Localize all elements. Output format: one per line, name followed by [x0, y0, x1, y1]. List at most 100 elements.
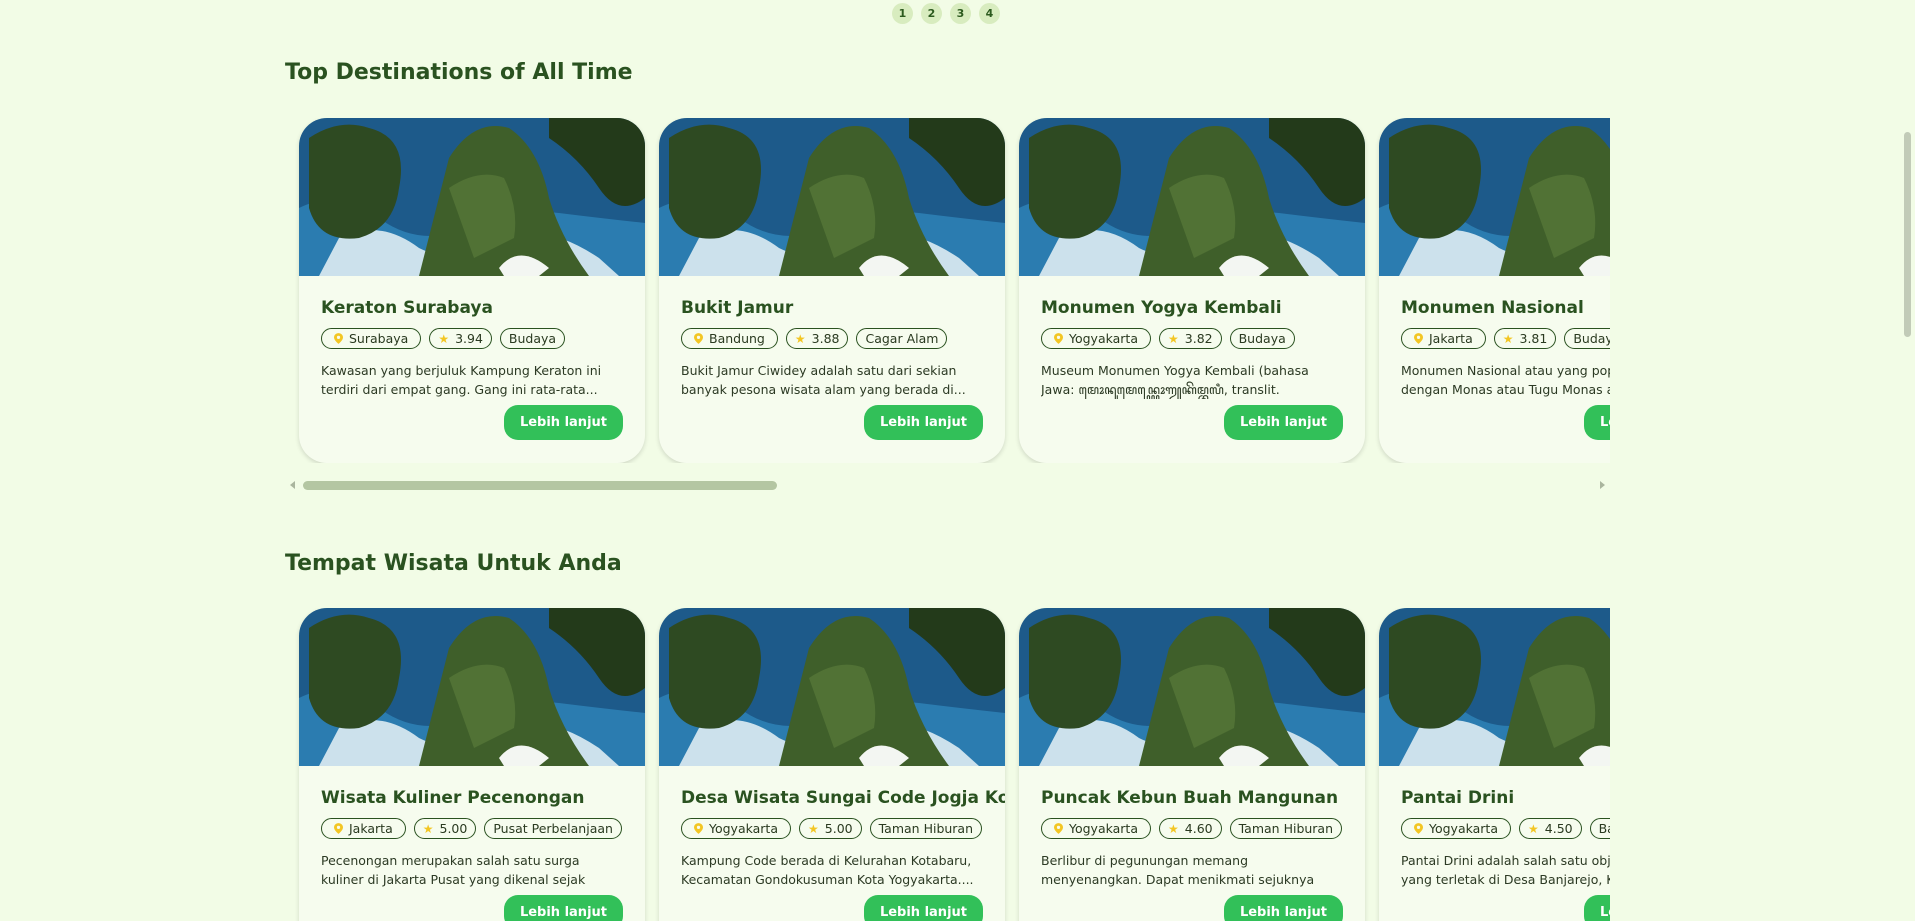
city-label: Yogyakarta: [1429, 821, 1498, 836]
city-chip: Yogyakarta: [1041, 328, 1151, 349]
destination-name: Monumen Yogya Kembali: [1041, 298, 1282, 318]
city-chip: Jakarta: [321, 818, 406, 839]
top-destinations-scrollbar[interactable]: [285, 478, 1610, 492]
recommendations-carousel[interactable]: Wisata Kuliner Pecenongan Jakarta ★ 5.00…: [285, 608, 1610, 921]
page-button-2[interactable]: 2: [921, 3, 942, 24]
city-chip: Surabaya: [321, 328, 422, 349]
more-info-button[interactable]: Lebih lanjut: [1223, 405, 1343, 440]
more-info-button[interactable]: Lebih lanjut: [1583, 405, 1610, 440]
city-label: Yogyakarta: [709, 821, 778, 836]
city-chip: Jakarta: [1401, 328, 1486, 349]
location-pin-icon: [334, 333, 343, 344]
category-label: Cagar Alam: [865, 331, 939, 346]
destination-photo: [299, 608, 645, 766]
location-pin-icon: [1414, 823, 1423, 834]
rating-value: 3.88: [811, 331, 840, 346]
category-label: Budaya: [508, 331, 557, 346]
more-info-button[interactable]: Lebih lanjut: [503, 405, 623, 440]
star-icon: ★: [1168, 821, 1179, 836]
page-scrollbar-thumb[interactable]: [1904, 132, 1911, 337]
location-pin-icon: [334, 823, 343, 834]
scroll-left-arrow-icon[interactable]: [290, 481, 295, 489]
category-chip: Budaya: [499, 328, 566, 349]
destination-photo: [1379, 608, 1610, 766]
star-icon: ★: [438, 331, 450, 346]
city-chip: Yogyakarta: [1041, 818, 1151, 839]
location-pin-icon: [694, 823, 703, 834]
rating-value: 3.82: [1184, 331, 1213, 346]
destination-photo: [659, 118, 1005, 276]
rating-chip: ★ 3.82: [1159, 328, 1222, 349]
rating-chip: ★ 4.50: [1519, 818, 1582, 839]
star-icon: ★: [808, 821, 819, 836]
star-icon: ★: [794, 331, 806, 346]
destination-card: Pantai Drini Yogyakarta ★ 4.50 Bahari: [1379, 608, 1610, 921]
card-body: Desa Wisata Sungai Code Jogja Kota Yogya…: [659, 766, 1005, 889]
star-icon: ★: [1168, 331, 1179, 346]
city-chip: Bandung: [681, 328, 778, 349]
destination-tags: Yogyakarta ★ 3.82 Budaya: [1041, 328, 1343, 349]
destination-description: Pantai Drini adalah salah satu objek wis…: [1401, 853, 1610, 887]
category-label: Taman Hiburan: [1238, 821, 1334, 836]
city-label: Bandung: [709, 331, 765, 346]
rating-value: 4.50: [1544, 821, 1573, 836]
page-scrollbar[interactable]: [1900, 0, 1915, 921]
card-body: Bukit Jamur Bandung ★ 3.88 Cagar Alam Bu…: [659, 276, 1005, 399]
more-info-button[interactable]: Lebih lanjut: [1583, 895, 1610, 921]
page-button-1[interactable]: 1: [892, 3, 913, 24]
page-button-3[interactable]: 3: [950, 3, 971, 24]
destination-tags: Jakarta ★ 5.00 Pusat Perbelanjaan: [321, 818, 623, 839]
category-chip: Taman Hiburan: [869, 818, 983, 839]
section-title-top-destinations: Top Destinations of All Time: [285, 60, 633, 85]
rating-value: 5.00: [439, 821, 468, 836]
more-info-button[interactable]: Lebih lanjut: [863, 405, 983, 440]
destination-tags: Yogyakarta ★ 5.00 Taman Hiburan: [681, 818, 983, 839]
location-pin-icon: [694, 333, 703, 344]
category-label: Taman Hiburan: [878, 821, 974, 836]
destination-card: Wisata Kuliner Pecenongan Jakarta ★ 5.00…: [299, 608, 645, 921]
destination-photo: [659, 608, 1005, 766]
destination-name: Bukit Jamur: [681, 298, 794, 318]
rating-chip: ★ 4.60: [1159, 818, 1222, 839]
destination-tags: Yogyakarta ★ 4.50 Bahari: [1401, 818, 1610, 839]
destination-description: Kampung Code berada di Kelurahan Kotabar…: [681, 853, 974, 887]
category-chip: Cagar Alam: [856, 328, 948, 349]
pagination: 1 2 3 4: [892, 3, 1000, 24]
city-label: Jakarta: [349, 821, 393, 836]
carousel-track: Keraton Surabaya Surabaya ★ 3.94 Budaya: [285, 118, 1610, 463]
destination-tags: Surabaya ★ 3.94 Budaya: [321, 328, 623, 349]
destination-description: Bukit Jamur Ciwidey adalah satu dari sek…: [681, 363, 966, 397]
scrollbar-thumb[interactable]: [303, 481, 777, 490]
destination-photo: [1379, 118, 1610, 276]
destination-tags: Bandung ★ 3.88 Cagar Alam: [681, 328, 983, 349]
rating-chip: ★ 3.94: [429, 328, 492, 349]
category-chip: Budaya: [1229, 328, 1295, 349]
star-icon: ★: [422, 821, 434, 836]
more-info-button[interactable]: Lebih lanjut: [503, 895, 623, 921]
city-chip: Yogyakarta: [681, 818, 791, 839]
category-chip: Taman Hiburan: [1229, 818, 1343, 839]
category-chip: Bahari: [1589, 818, 1610, 839]
category-label: Budaya: [1573, 331, 1610, 346]
rating-chip: ★ 5.00: [413, 818, 477, 839]
rating-value: 4.60: [1184, 821, 1213, 836]
more-info-button[interactable]: Lebih lanjut: [863, 895, 983, 921]
category-chip: Budaya: [1564, 328, 1610, 349]
city-label: Surabaya: [349, 331, 409, 346]
destination-card: Monumen Yogya Kembali Yogyakarta ★ 3.82 …: [1019, 118, 1365, 463]
category-chip: Pusat Perbelanjaan: [484, 818, 622, 839]
top-destinations-carousel[interactable]: Keraton Surabaya Surabaya ★ 3.94 Budaya: [285, 118, 1610, 463]
more-info-button[interactable]: Lebih lanjut: [1223, 895, 1343, 921]
destination-description: Museum Monumen Yogya Kembali (bahasa Jaw…: [1041, 363, 1309, 397]
city-chip: Yogyakarta: [1401, 818, 1511, 839]
rating-value: 5.00: [824, 821, 853, 836]
carousel-track: Wisata Kuliner Pecenongan Jakarta ★ 5.00…: [285, 608, 1610, 921]
destination-name: Keraton Surabaya: [321, 298, 493, 318]
scroll-right-arrow-icon[interactable]: [1600, 481, 1605, 489]
category-label: Bahari: [1598, 821, 1610, 836]
destination-name: Pantai Drini: [1401, 788, 1515, 808]
card-body: Monumen Nasional Jakarta ★ 3.81 Budaya: [1379, 276, 1610, 399]
category-label: Budaya: [1238, 331, 1286, 346]
destination-card: Desa Wisata Sungai Code Jogja Kota Yogya…: [659, 608, 1005, 921]
page-button-4[interactable]: 4: [979, 3, 1000, 24]
